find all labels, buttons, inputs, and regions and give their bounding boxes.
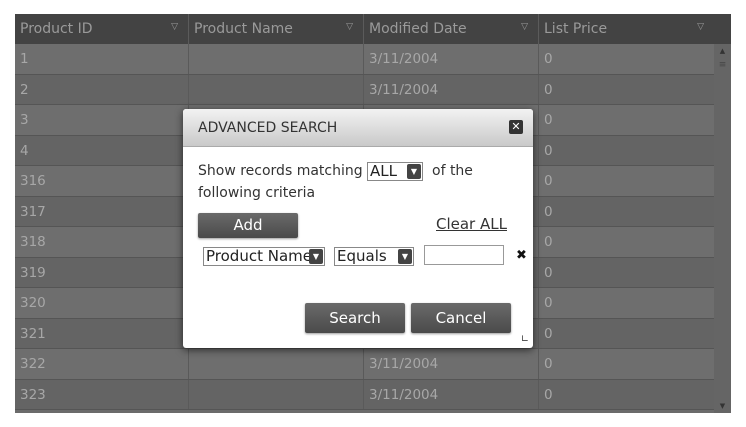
- cell-list-price: 0: [544, 325, 553, 342]
- chevron-down-icon: ▼: [309, 249, 323, 264]
- cell-modified-date: 3/11/2004: [364, 349, 539, 379]
- column-header-label: Product ID: [20, 21, 93, 37]
- cell-product-id: 318: [15, 227, 189, 257]
- scroll-up-icon[interactable]: ▲: [714, 47, 731, 55]
- resize-grip-icon[interactable]: ∟: [521, 334, 529, 345]
- dialog-titlebar: ADVANCED SEARCH ✕: [183, 109, 533, 147]
- cell-list-price: 0: [544, 203, 553, 220]
- column-header-modified-date[interactable]: Modified Date ▽: [364, 14, 539, 44]
- cell-product-name: [189, 44, 364, 74]
- cell-product-id: 4: [15, 135, 189, 165]
- match-mode-value: ALL: [370, 162, 397, 180]
- column-header-list-price[interactable]: List Price ▽: [539, 14, 714, 44]
- match-mode-select[interactable]: ALL ▼: [367, 162, 423, 181]
- column-header-label: Product Name: [194, 21, 293, 37]
- table-row[interactable]: 323 3/11/2004 0: [15, 379, 714, 410]
- cell-product-id: 321: [15, 318, 189, 348]
- criteria-value-input[interactable]: [424, 245, 504, 265]
- cell-list-price: 0: [544, 234, 553, 250]
- cell-product-id: 319: [15, 257, 189, 287]
- cell-list-price: 0: [544, 112, 553, 128]
- cell-list-price: 0: [544, 295, 553, 311]
- table-row[interactable]: 2 3/11/2004 0: [15, 74, 714, 105]
- filter-icon[interactable]: ▽: [171, 14, 178, 40]
- match-prefix-text: Show records matching: [198, 163, 363, 179]
- cell-product-id: 3: [15, 105, 189, 135]
- cell-product-id: 317: [15, 196, 189, 226]
- cell-list-price: 0: [544, 173, 553, 189]
- add-criterion-button[interactable]: Add: [198, 213, 298, 238]
- filter-icon[interactable]: ▽: [346, 14, 353, 40]
- dialog-title: ADVANCED SEARCH: [198, 120, 338, 136]
- cell-list-price: 0: [544, 51, 553, 67]
- close-icon[interactable]: ✕: [509, 120, 523, 134]
- cancel-button[interactable]: Cancel: [411, 303, 511, 333]
- clear-all-link[interactable]: Clear ALL: [436, 215, 507, 233]
- scrollbar-header-corner: [714, 14, 731, 44]
- chevron-down-icon: ▼: [407, 164, 421, 179]
- cell-product-name: [189, 74, 364, 104]
- cell-list-price: 0: [544, 142, 553, 159]
- cell-product-name: [189, 379, 364, 409]
- cell-list-price: 0: [544, 81, 553, 98]
- table-row[interactable]: 1 3/11/2004 0: [15, 44, 714, 75]
- criteria-field-select[interactable]: Product Name ▼: [203, 247, 325, 266]
- grid-header: Product ID ▽ Product Name ▽ Modified Dat…: [15, 14, 714, 44]
- cell-product-id: 320: [15, 288, 189, 318]
- table-row[interactable]: 322 3/11/2004 0: [15, 349, 714, 380]
- cell-product-id: 1: [15, 44, 189, 74]
- cell-product-id: 316: [15, 166, 189, 196]
- cell-list-price: 0: [544, 356, 553, 372]
- column-header-product-id[interactable]: Product ID ▽: [15, 14, 189, 44]
- scrollbar-thumb[interactable]: ≡: [716, 58, 729, 72]
- cell-product-id: 2: [15, 74, 189, 104]
- vertical-scrollbar[interactable]: ▲ ≡ ▼: [714, 44, 731, 413]
- cell-modified-date: 3/11/2004: [364, 44, 539, 74]
- criteria-operator-value: Equals: [337, 247, 387, 265]
- scroll-down-icon[interactable]: ▼: [714, 402, 731, 410]
- remove-criterion-icon[interactable]: ✖: [516, 248, 527, 263]
- match-line2-text: following criteria: [198, 185, 316, 201]
- column-header-label: Modified Date: [369, 21, 467, 37]
- criteria-field-value: Product Name: [206, 247, 312, 265]
- chevron-down-icon: ▼: [398, 249, 412, 264]
- column-header-product-name[interactable]: Product Name ▽: [189, 14, 364, 44]
- criteria-operator-select[interactable]: Equals ▼: [334, 247, 414, 266]
- cell-modified-date: 3/11/2004: [364, 379, 539, 409]
- filter-icon[interactable]: ▽: [521, 14, 528, 40]
- cell-list-price: 0: [544, 386, 553, 403]
- cell-product-id: 322: [15, 349, 189, 379]
- cell-product-name: [189, 349, 364, 379]
- match-suffix-text: of the: [432, 163, 473, 179]
- cell-list-price: 0: [544, 264, 553, 281]
- cell-modified-date: 3/11/2004: [364, 74, 539, 104]
- cell-product-id: 323: [15, 379, 189, 409]
- filter-icon[interactable]: ▽: [697, 14, 704, 40]
- advanced-search-dialog: ADVANCED SEARCH ✕ Show records matching …: [183, 109, 533, 348]
- search-button[interactable]: Search: [305, 303, 405, 333]
- column-header-label: List Price: [544, 21, 608, 37]
